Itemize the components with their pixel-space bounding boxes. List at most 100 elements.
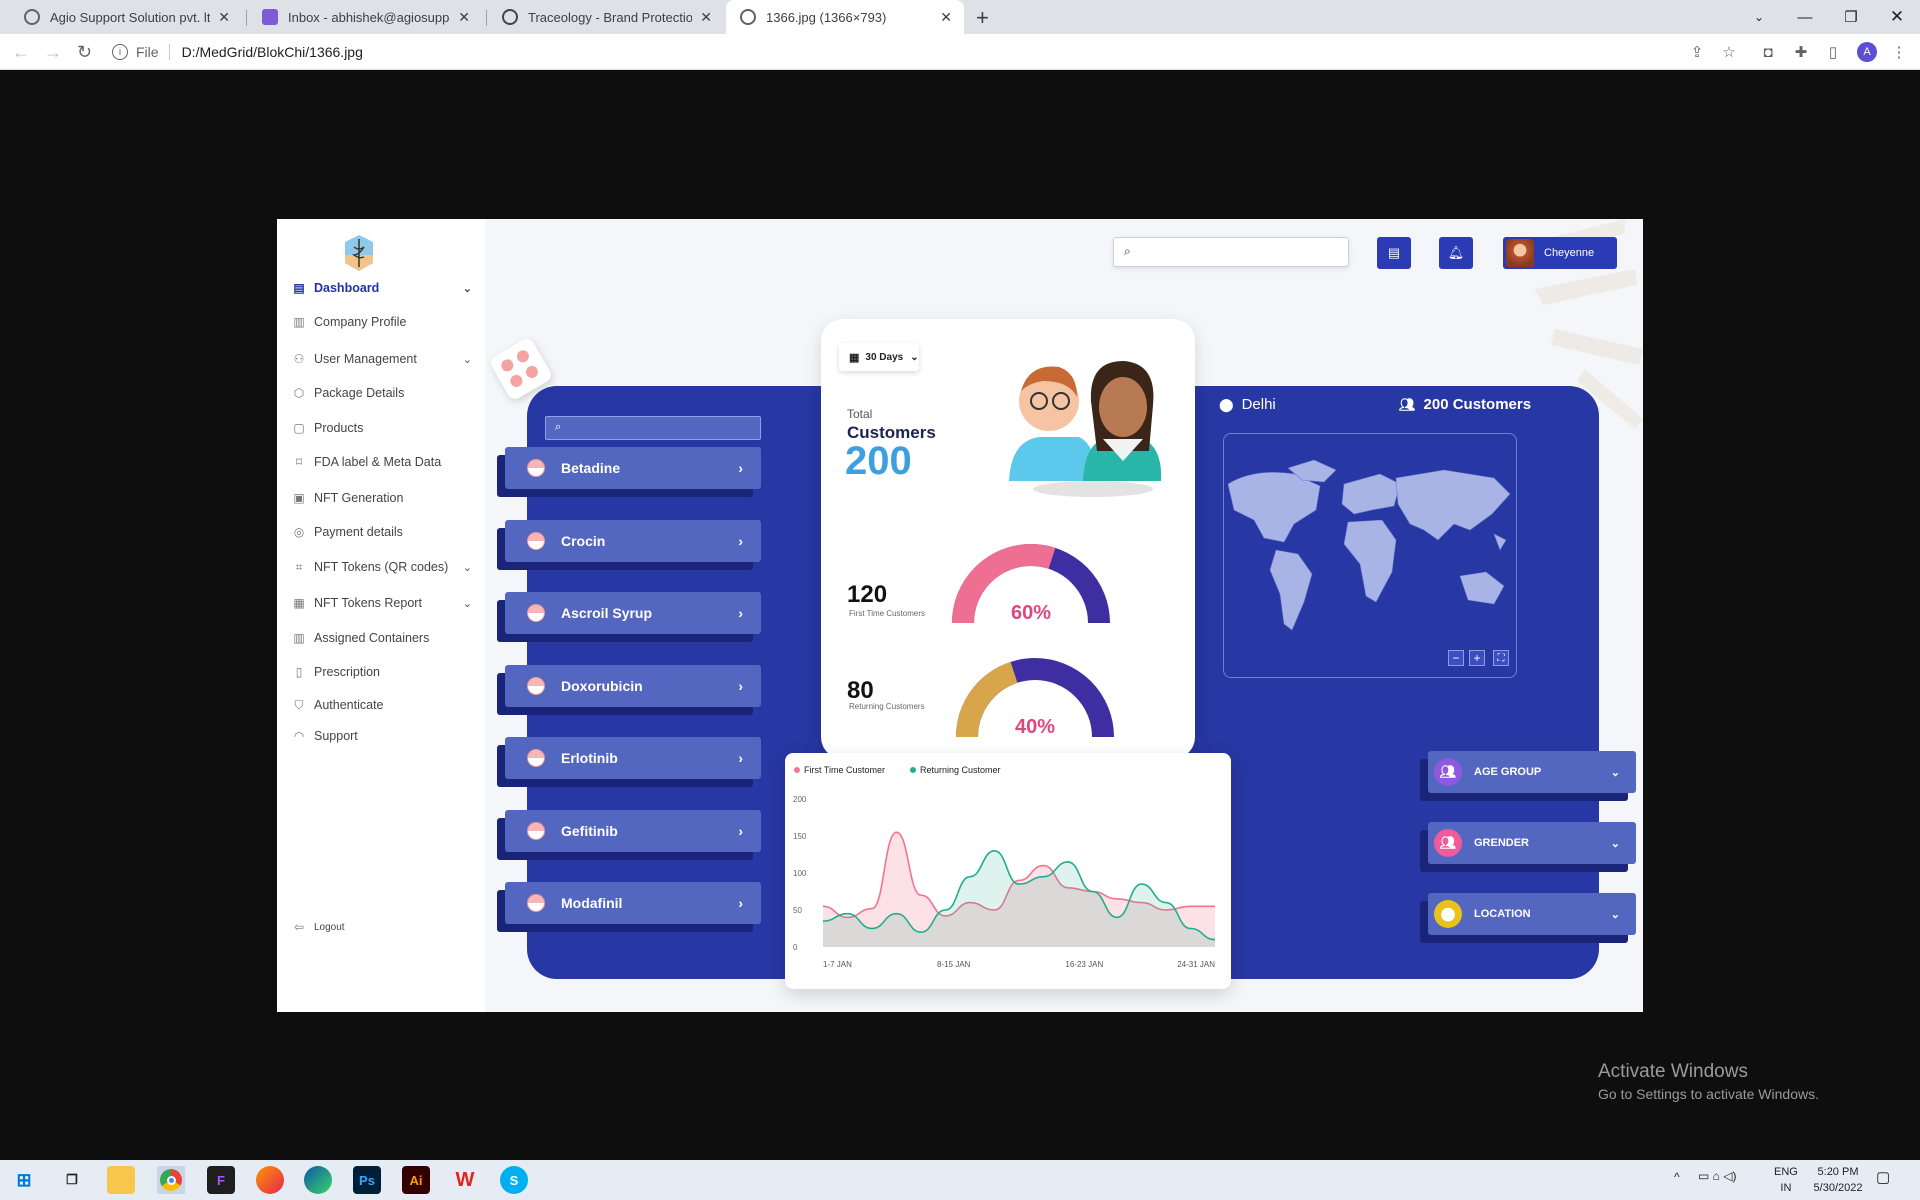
skype-icon[interactable]: S: [500, 1166, 528, 1194]
notifications-icon[interactable]: ▢: [1876, 1168, 1890, 1186]
browser-tab-active[interactable]: 1366.jpg (1366×793) ✕: [726, 0, 964, 34]
user-menu-button[interactable]: Cheyenne: [1503, 237, 1617, 269]
header-search-input[interactable]: ⌕: [1113, 237, 1349, 267]
sidebar-item-prescription[interactable]: ▯ Prescription: [292, 661, 472, 683]
drug-item[interactable]: Ascroil Syrup ›: [505, 592, 761, 634]
illustrator-icon[interactable]: Ai: [402, 1166, 430, 1194]
chevron-down-icon: ⌄: [910, 351, 919, 363]
sidebar-item-label: FDA label & Meta Data: [314, 455, 442, 469]
customer-count-label: 200 Customers: [1423, 396, 1532, 413]
tab-search-icon[interactable]: ⌄: [1736, 0, 1782, 34]
sidebar-item-company-profile[interactable]: ▥ Company Profile: [292, 311, 472, 333]
tray-icons[interactable]: ▭ ⌂ ◁): [1698, 1169, 1736, 1183]
drug-name: Ascroil Syrup: [561, 605, 653, 621]
pill-icon: [527, 894, 545, 912]
minimize-button[interactable]: —: [1782, 0, 1828, 34]
nft-icon: ▣: [293, 491, 305, 505]
camera-icon[interactable]: ◘: [1759, 43, 1777, 61]
drug-item[interactable]: Betadine ›: [505, 447, 761, 489]
sidebar-item-nft-tokens-qr-codes[interactable]: ⌗ NFT Tokens (QR codes) ⌄: [292, 556, 472, 578]
first-time-gauge: 60%: [952, 543, 1110, 624]
period-dropdown[interactable]: ▦ 30 Days ⌄: [839, 343, 919, 371]
close-window-button[interactable]: ✕: [1874, 0, 1920, 34]
messages-button[interactable]: ▤: [1377, 237, 1411, 269]
zoom-in-button[interactable]: +: [1469, 650, 1485, 666]
url-field[interactable]: i File D:/MedGrid/BlokChi/1366.jpg: [112, 40, 1672, 64]
sidebar-item-label: Prescription: [314, 665, 380, 679]
chrome-active-icon[interactable]: [157, 1166, 185, 1194]
returning-value: 80: [847, 677, 874, 704]
chevron-down-icon: ⌄: [1610, 766, 1620, 779]
chevron-right-icon: ›: [738, 605, 743, 621]
windows-start-icon[interactable]: ⊞: [10, 1166, 38, 1194]
sidebar-item-label: Company Profile: [314, 315, 407, 329]
sidebar-item-assigned-containers[interactable]: ▥ Assigned Containers: [292, 627, 472, 649]
close-tab-icon[interactable]: ✕: [458, 9, 470, 26]
sidebar-item-products[interactable]: ▢ Products: [292, 417, 472, 439]
profile-avatar[interactable]: A: [1857, 42, 1877, 62]
logout-button[interactable]: ⇦ Logout: [292, 916, 472, 938]
sidebar-item-payment-details[interactable]: ◎ Payment details: [292, 521, 472, 543]
filter-dropdown-age-group[interactable]: 👥︎ AGE GROUP ⌄: [1428, 751, 1636, 793]
notifications-button[interactable]: 🔔︎: [1439, 237, 1473, 269]
task-view-icon[interactable]: ❒: [58, 1166, 86, 1194]
sidebar-item-package-details[interactable]: ⬡ Package Details: [292, 382, 472, 404]
close-tab-icon[interactable]: ✕: [940, 9, 952, 26]
browser-tab[interactable]: Inbox - abhishek@agiosupport.in ✕: [248, 0, 482, 34]
zoom-out-button[interactable]: −: [1448, 650, 1464, 666]
language-indicator[interactable]: ENG IN: [1774, 1164, 1798, 1196]
drug-item[interactable]: Erlotinib ›: [505, 737, 761, 779]
sidebar-item-fda-label-meta-data[interactable]: ⌑ FDA label & Meta Data: [292, 451, 472, 473]
wps-office-icon[interactable]: W: [451, 1166, 479, 1194]
share-icon[interactable]: ⇪: [1688, 43, 1706, 61]
forward-icon[interactable]: →: [44, 42, 62, 63]
region-code: IN: [1780, 1182, 1792, 1194]
back-icon[interactable]: ←: [12, 42, 30, 63]
reload-icon[interactable]: ↻: [77, 42, 92, 63]
browser-tab[interactable]: Traceology - Brand Protection - D ✕: [488, 0, 724, 34]
sidebar-item-user-management[interactable]: ⚇ User Management ⌄: [292, 348, 472, 370]
photoshop-icon[interactable]: Ps: [353, 1166, 381, 1194]
world-map[interactable]: − + ⛶: [1223, 433, 1517, 678]
info-icon[interactable]: i: [112, 44, 128, 60]
bookmark-star-icon[interactable]: ☆: [1720, 43, 1738, 61]
taskbar: [0, 1160, 1920, 1200]
edge-icon[interactable]: [304, 1166, 332, 1194]
location-pin-icon: ⬤: [1434, 900, 1462, 928]
x-tick-label: 16-23 JAN: [1065, 960, 1103, 969]
show-hidden-icons[interactable]: ^: [1674, 1170, 1680, 1184]
sidebar-item-nft-tokens-report[interactable]: ▦ NFT Tokens Report ⌄: [292, 592, 472, 614]
building-icon: ▥: [293, 315, 305, 329]
drug-item[interactable]: Crocin ›: [505, 519, 761, 562]
side-panel-icon[interactable]: ▯: [1824, 43, 1842, 61]
firefox-icon[interactable]: [256, 1166, 284, 1194]
drug-item[interactable]: Gefitinib ›: [505, 809, 761, 852]
sidebar-item-support[interactable]: ◠ Support: [292, 725, 472, 747]
file-explorer-icon[interactable]: [107, 1166, 135, 1194]
close-tab-icon[interactable]: ✕: [700, 9, 712, 26]
report-icon: ▦: [293, 596, 305, 610]
close-tab-icon[interactable]: ✕: [218, 9, 230, 26]
world-map-shapes: [1227, 459, 1511, 631]
fullscreen-button[interactable]: ⛶: [1493, 650, 1509, 666]
filter-dropdown-location[interactable]: ⬤ LOCATION ⌄: [1428, 893, 1636, 935]
gender-icon: 👥︎: [1434, 829, 1462, 857]
extensions-icon[interactable]: ✚: [1792, 43, 1810, 61]
mail-app-icon: [262, 9, 278, 25]
sidebar-item-dashboard[interactable]: ▤ Dashboard ⌄: [292, 277, 472, 299]
sidebar-item-nft-generation[interactable]: ▣ NFT Generation: [292, 487, 472, 509]
drug-item[interactable]: Modafinil ›: [505, 882, 761, 924]
figma-icon[interactable]: F: [207, 1166, 235, 1194]
browser-tab[interactable]: Agio Support Solution pvt. ltd. ✕: [10, 0, 242, 34]
filter-dropdown-grender[interactable]: 👥︎ GRENDER ⌄: [1428, 822, 1636, 864]
map-pin-icon: ⬤: [1219, 396, 1234, 412]
menu-icon[interactable]: ⋮: [1890, 43, 1908, 61]
sidebar-item-authenticate[interactable]: ⛉ Authenticate: [292, 694, 472, 716]
clock[interactable]: 5:20 PM 5/30/2022: [1806, 1164, 1870, 1196]
restore-button[interactable]: ❐: [1828, 0, 1874, 34]
chevron-right-icon: ›: [738, 822, 743, 839]
drug-search-input[interactable]: ⌕: [545, 416, 761, 440]
new-tab-button[interactable]: +: [976, 5, 989, 31]
tab-title: Inbox - abhishek@agiosupport.in: [288, 9, 450, 25]
drug-item[interactable]: Doxorubicin ›: [505, 664, 761, 707]
